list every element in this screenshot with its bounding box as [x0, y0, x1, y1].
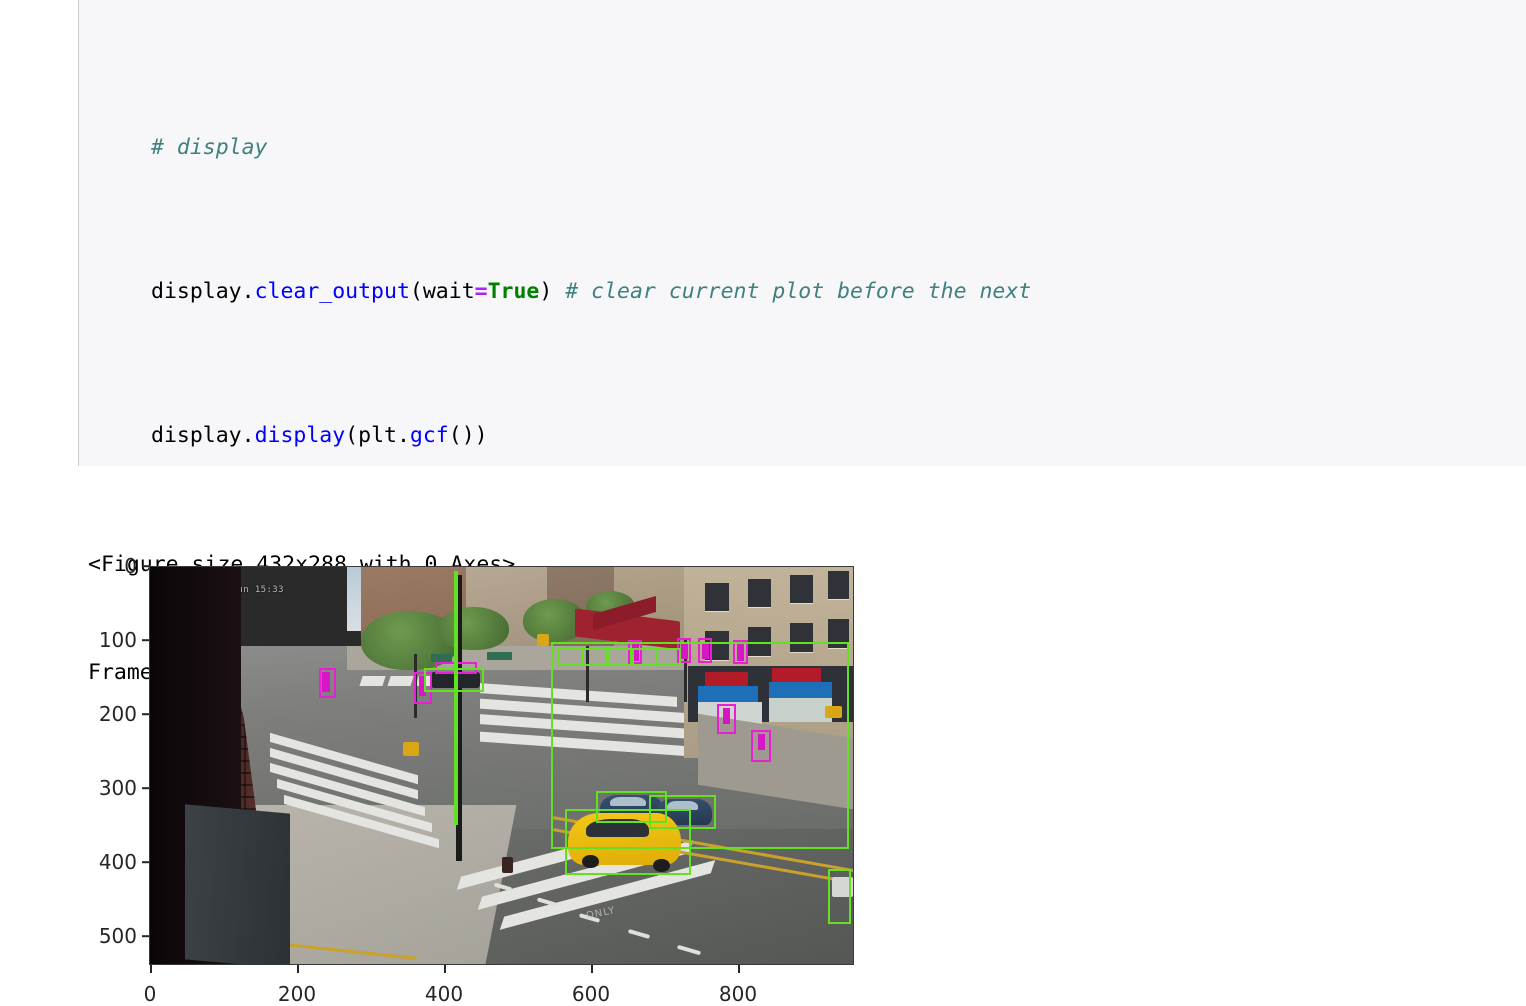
y-tick-label-200: 200 [98, 702, 137, 726]
token-paren-4: ()) [448, 423, 488, 448]
token-paren-2: ) [539, 279, 566, 304]
crosswalk-stripe [359, 676, 386, 687]
matplotlib-figure: 0 100 200 300 400 500 0 200 400 600 800 [85, 550, 905, 1006]
vehicle-detection-box [454, 570, 459, 826]
vehicle-detection-box [828, 868, 851, 925]
x-tick-label-800: 800 [718, 982, 758, 1006]
y-tick-label-400: 400 [98, 850, 137, 874]
x-tick-label-0: 0 [143, 982, 157, 1006]
x-tick-mark-200 [297, 965, 299, 973]
y-tick-label-300: 300 [98, 776, 137, 800]
y-tick-label-500: 500 [98, 924, 137, 948]
code-line-1: # display [151, 130, 1526, 166]
building-window [789, 574, 813, 603]
x-tick-mark-400 [444, 965, 446, 973]
token-dot-3: . [396, 423, 410, 448]
token-display-fn: display [254, 423, 346, 448]
token-wait-kw: wait [422, 279, 475, 304]
wall-ledge [185, 804, 291, 964]
token-gcf: gcf [409, 423, 449, 448]
notebook-code-cell[interactable]: # display display.clear_output(wait=True… [78, 0, 1526, 466]
building-window [828, 570, 850, 599]
comment-display: # display [151, 135, 268, 160]
token-display-obj-2: display [151, 423, 242, 448]
token-dot-2: . [241, 423, 255, 448]
code-source[interactable]: # display display.clear_output(wait=True… [79, 0, 1526, 466]
street-camera-frame: 05-16-2021 Sun 15:33 ONLY [150, 567, 853, 964]
x-tick-label-600: 600 [571, 982, 611, 1006]
code-line-2: display.clear_output(wait=True) # clear … [151, 274, 1526, 310]
y-tick-label-0: 0 [124, 554, 137, 578]
image-axes: 05-16-2021 Sun 15:33 ONLY [149, 566, 854, 965]
token-paren-3: ( [345, 423, 359, 448]
x-tick-mark-0 [150, 965, 152, 973]
street-tree [438, 606, 509, 651]
x-tick-label-200: 200 [277, 982, 317, 1006]
street-object [403, 741, 419, 756]
comment-clear: # clear current plot before the next [565, 279, 1032, 304]
token-plt-1: plt [358, 423, 397, 448]
token-paren-1: ( [409, 279, 423, 304]
building-window [747, 578, 771, 607]
code-line-3: display.display(plt.gcf()) [151, 418, 1526, 454]
x-axis-ticks: 0 200 400 600 800 [85, 965, 865, 1006]
street-sign [487, 652, 513, 661]
trash-can [501, 856, 513, 873]
x-tick-mark-800 [738, 965, 740, 973]
token-true: True [487, 279, 540, 304]
traffic-signal [536, 634, 550, 647]
street-sign [431, 654, 453, 663]
token-eq-1: = [474, 279, 488, 304]
token-clear-output: clear_output [254, 279, 410, 304]
x-tick-mark-600 [591, 965, 593, 973]
token-display-obj: display [151, 279, 242, 304]
x-tick-label-400: 400 [424, 982, 464, 1006]
person-detection-box [318, 668, 336, 698]
token-dot-1: . [241, 279, 255, 304]
crosswalk-stripe [387, 676, 414, 687]
y-axis-ticks: 0 100 200 300 400 500 [85, 550, 150, 970]
y-tick-label-100: 100 [98, 628, 137, 652]
vehicle-detection-box [550, 642, 850, 849]
building-window [705, 582, 729, 611]
